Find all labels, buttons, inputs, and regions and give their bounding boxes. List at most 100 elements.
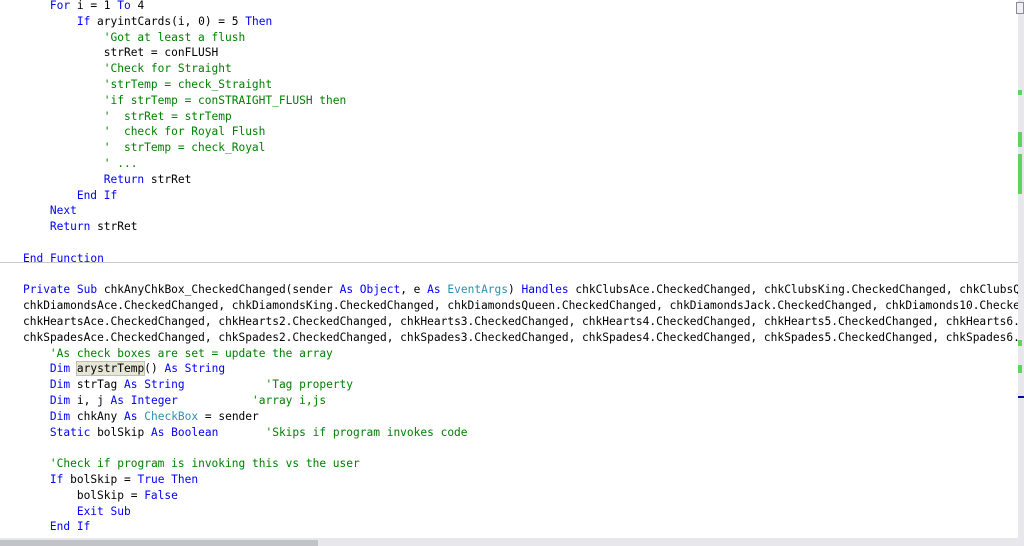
scrollbar-corner xyxy=(1018,538,1024,546)
code-token: = sender xyxy=(198,409,259,423)
code-line[interactable]: Return strRet xyxy=(50,219,138,235)
keyword-token: For xyxy=(49,0,71,12)
code-line[interactable]: ' strTemp = check_Royal xyxy=(104,140,266,156)
comment-token: 'Check if program is invoking this vs th… xyxy=(49,457,360,471)
keyword-token: End If xyxy=(49,520,91,534)
code-line[interactable]: ' check for Royal Flush xyxy=(104,124,266,140)
code-line[interactable]: Dim chkAny As CheckBox = sender xyxy=(50,409,259,425)
keyword-token: Return xyxy=(103,172,145,186)
code-line[interactable]: For i = 1 To 4 xyxy=(50,0,144,14)
keyword-token: Dim xyxy=(49,394,71,407)
code-token: i, j xyxy=(70,394,111,407)
keyword-token: Dim xyxy=(49,409,71,423)
horizontal-scrollbar[interactable] xyxy=(0,538,1018,546)
keyword-token: As Boolean xyxy=(150,425,219,439)
change-marker xyxy=(1018,154,1022,194)
code-token: , e xyxy=(400,283,428,297)
comment-token: 'if strTemp = conSTRAIGHT_FLUSH then xyxy=(103,93,347,107)
code-token: chkAny xyxy=(70,409,125,423)
code-token: 4 xyxy=(130,0,145,12)
code-editor[interactable]: For i = 1 To 4 If aryintCards(i, 0) = 5 T… xyxy=(0,0,1018,538)
code-line[interactable]: chkHeartsAce.CheckedChanged, chkHearts2.… xyxy=(23,314,1018,330)
keyword-token: As xyxy=(427,283,441,297)
comment-token: 'Got at least a flush xyxy=(103,30,246,44)
type-token: CheckBox xyxy=(144,409,199,423)
code-line[interactable]: Return strRet xyxy=(104,172,192,188)
code-line[interactable]: End Function xyxy=(23,251,104,267)
comment-token: 'Check for Straight xyxy=(103,62,232,76)
keyword-token: False xyxy=(144,488,178,502)
vertical-scrollbar[interactable] xyxy=(1016,0,1024,538)
code-line[interactable]: ' ... xyxy=(104,156,138,172)
keyword-token: Handles xyxy=(521,283,569,297)
code-line[interactable]: 'strTemp = check_Straight xyxy=(104,77,272,93)
code-line[interactable]: 'As check boxes are set = update the arr… xyxy=(50,346,333,362)
keyword-token: As String xyxy=(164,362,226,376)
code-line[interactable]: Private Sub chkAnyChkBox_CheckedChanged(… xyxy=(23,282,1018,298)
code-line[interactable]: 'Check for Straight xyxy=(104,61,232,77)
code-token: chkAnyChkBox_CheckedChanged(sender xyxy=(97,283,340,297)
code-line[interactable]: Dim strTag As String 'Tag property xyxy=(50,377,353,393)
code-line[interactable]: 'Check if program is invoking this vs th… xyxy=(50,456,360,472)
code-token: strRet = conFLUSH xyxy=(103,46,219,60)
code-token: strTag xyxy=(70,378,125,392)
keyword-token: End If xyxy=(76,188,118,202)
code-token: ) xyxy=(508,283,522,297)
code-line[interactable]: Next xyxy=(50,203,77,219)
code-token: chkDiamondsAce.CheckedChanged, chkDiamon… xyxy=(23,299,1018,313)
comment-token: 'array i,js xyxy=(252,394,327,407)
comment-token: ' strTemp = check_Royal xyxy=(103,141,266,155)
keyword-token: True Then xyxy=(137,473,199,486)
method-separator xyxy=(0,261,1018,263)
code-line[interactable]: End If xyxy=(77,188,117,204)
code-token: aryintCards(i, 0) = 5 xyxy=(90,14,246,28)
comment-token: 'strTemp = check_Straight xyxy=(103,78,273,91)
code-token: strRet xyxy=(90,220,138,234)
code-token: chkSpadesAce.CheckedChanged, chkSpades2.… xyxy=(23,330,1018,344)
code-token: chkClubsAce.CheckedChanged, chkClubsKing… xyxy=(575,283,1018,297)
keyword-token: Dim xyxy=(49,362,71,376)
keyword-token: As xyxy=(124,409,138,423)
code-token: () xyxy=(144,362,165,376)
keyword-token: Private Sub xyxy=(23,283,98,297)
keyword-token: Dim xyxy=(49,378,71,392)
split-handle[interactable] xyxy=(1016,2,1024,14)
comment-token: ' strRet = strTemp xyxy=(103,109,232,123)
code-line[interactable]: chkSpadesAce.CheckedChanged, chkSpades2.… xyxy=(23,330,1018,346)
code-line[interactable]: End If xyxy=(50,519,90,535)
comment-token: 'Tag property xyxy=(265,378,354,392)
keyword-token: As Object xyxy=(339,283,401,297)
change-marker xyxy=(1018,90,1022,95)
code-line[interactable]: strRet = conFLUSH xyxy=(104,45,219,61)
code-line[interactable]: Dim i, j As Integer 'array i,js xyxy=(50,393,326,409)
code-line[interactable]: If bolSkip = True Then xyxy=(50,472,198,488)
keyword-token: End Function xyxy=(23,251,104,265)
keyword-token: As String xyxy=(124,378,185,392)
keyword-token: Exit Sub xyxy=(76,504,131,518)
code-line[interactable]: ' strRet = strTemp xyxy=(104,109,232,125)
code-token: bolSkip = xyxy=(63,473,138,486)
code-token: bolSkip = xyxy=(76,488,145,502)
caret-position-marker xyxy=(1018,396,1024,398)
code-line[interactable]: If aryintCards(i, 0) = 5 Then xyxy=(77,14,272,30)
code-line[interactable]: 'if strTemp = conSTRAIGHT_FLUSH then xyxy=(104,93,346,109)
horizontal-scrollbar-thumb[interactable] xyxy=(0,540,318,546)
code-token: bolSkip xyxy=(90,425,151,439)
comment-token: ' ... xyxy=(103,157,138,170)
code-token: strRet xyxy=(144,172,192,186)
code-line[interactable]: bolSkip = False xyxy=(77,488,178,504)
change-marker xyxy=(1018,340,1022,346)
code-line[interactable]: 'Got at least a flush xyxy=(104,30,245,46)
comment-token: 'Skips if program invokes code xyxy=(265,425,468,439)
keyword-token: Return xyxy=(49,220,91,234)
code-line[interactable]: Exit Sub xyxy=(77,504,131,520)
keyword-token: To xyxy=(117,0,131,12)
code-line[interactable]: Static bolSkip As Boolean 'Skips if prog… xyxy=(50,425,468,441)
code-line[interactable]: chkDiamondsAce.CheckedChanged, chkDiamon… xyxy=(23,298,1018,314)
type-token: EventArgs xyxy=(447,283,509,297)
code-line[interactable]: Dim arystrTemp() As String xyxy=(50,361,225,377)
